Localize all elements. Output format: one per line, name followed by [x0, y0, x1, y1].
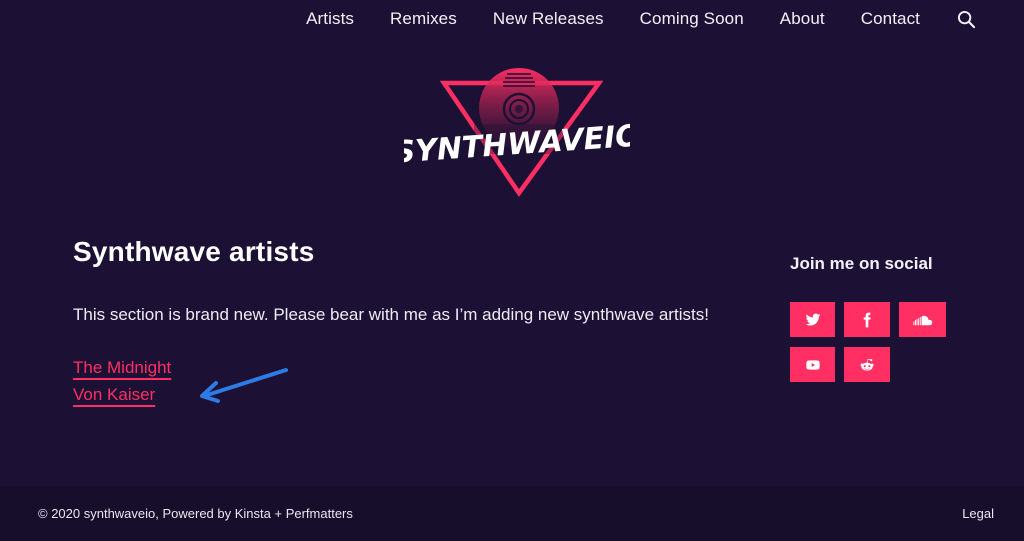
social-widget-title: Join me on social	[790, 254, 933, 273]
youtube-icon	[805, 359, 820, 370]
artist-list: The Midnight Von Kaiser	[73, 354, 713, 408]
facebook-icon	[863, 312, 871, 327]
copyright-text: © 2020 synthwaveio, Powered by Kinsta + …	[38, 506, 353, 521]
facebook-button[interactable]	[844, 302, 890, 337]
search-icon	[957, 10, 975, 28]
reddit-button[interactable]	[844, 347, 890, 382]
artist-link-von-kaiser[interactable]: Von Kaiser	[73, 381, 155, 408]
twitter-button[interactable]	[790, 302, 835, 337]
logo-graphic: SYNTHWAVEIO	[392, 68, 642, 197]
twitter-icon	[805, 313, 820, 326]
youtube-button[interactable]	[790, 347, 835, 382]
artist-link-the-midnight[interactable]: The Midnight	[73, 354, 171, 381]
search-button[interactable]	[956, 9, 976, 29]
site-footer: © 2020 synthwaveio, Powered by Kinsta + …	[0, 486, 1024, 541]
nav-item-artists[interactable]: Artists	[306, 9, 354, 29]
nav-item-new-releases[interactable]: New Releases	[493, 9, 604, 29]
legal-link[interactable]: Legal	[962, 506, 994, 521]
sidebar: Join me on social	[790, 254, 970, 382]
nav-item-contact[interactable]: Contact	[861, 9, 920, 29]
main-navigation: Artists Remixes New Releases Coming Soon…	[306, 0, 1024, 38]
soundcloud-button[interactable]	[899, 302, 946, 337]
main-content: Synthwave artists This section is brand …	[73, 236, 713, 408]
soundcloud-icon	[912, 315, 932, 325]
logo-text: SYNTHWAVEIO	[404, 118, 630, 170]
social-links	[790, 302, 970, 382]
site-logo[interactable]: SYNTHWAVEIO	[392, 62, 642, 202]
page-title: Synthwave artists	[73, 236, 315, 267]
nav-item-about[interactable]: About	[780, 9, 825, 29]
nav-item-coming-soon[interactable]: Coming Soon	[640, 9, 744, 29]
intro-text: This section is brand new. Please bear w…	[73, 305, 709, 324]
nav-item-remixes[interactable]: Remixes	[390, 9, 457, 29]
reddit-icon	[860, 358, 874, 371]
